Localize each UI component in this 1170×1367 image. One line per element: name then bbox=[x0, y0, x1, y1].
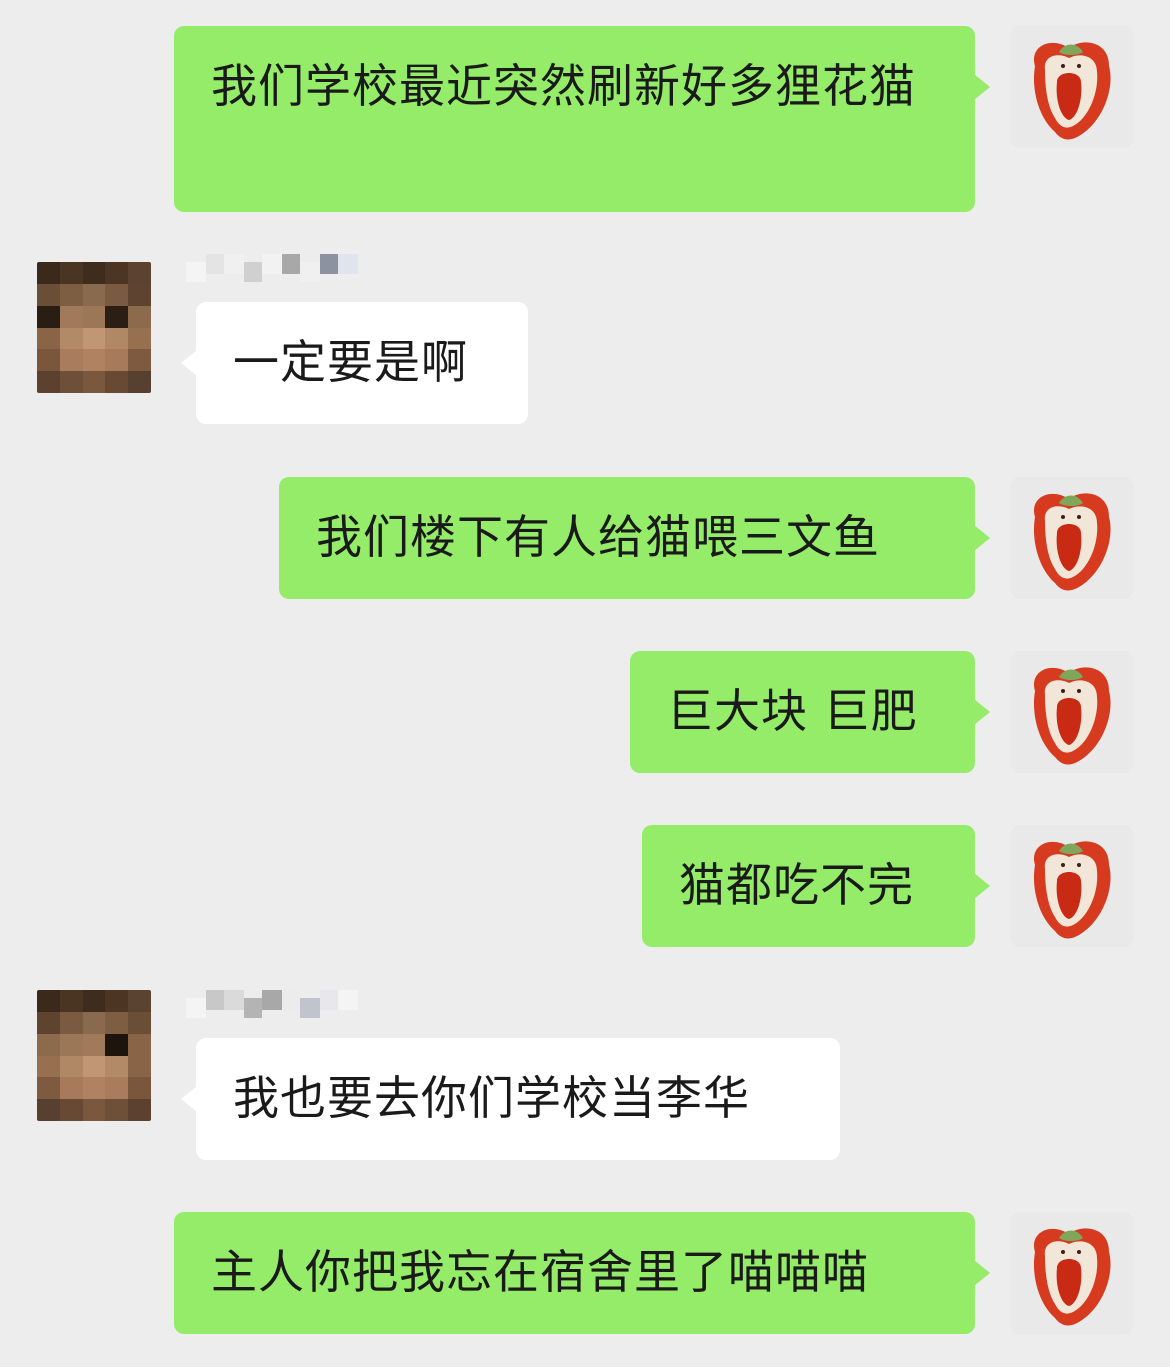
message-text: 我也要去你们学校当李华 bbox=[233, 1071, 750, 1125]
message-text: 我们学校最近突然刷新好多狸花猫 bbox=[211, 59, 916, 113]
red-bell-pepper-face-icon bbox=[1011, 651, 1133, 773]
message-text: 主人你把我忘在宿舍里了喵喵喵 bbox=[211, 1245, 869, 1299]
message-text: 猫都吃不完 bbox=[679, 858, 914, 912]
message-bubble-outgoing[interactable]: 我们楼下有人给猫喂三文鱼 bbox=[279, 477, 990, 599]
message-bubble-outgoing[interactable]: 主人你把我忘在宿舍里了喵喵喵 bbox=[174, 1212, 990, 1334]
contact-nickname-blurred bbox=[186, 248, 358, 292]
contact-avatar[interactable] bbox=[37, 990, 151, 1121]
self-avatar[interactable] bbox=[1011, 825, 1133, 947]
red-bell-pepper-face-icon bbox=[1011, 825, 1133, 947]
message-text: 一定要是啊 bbox=[233, 335, 468, 389]
red-bell-pepper-face-icon bbox=[1011, 1212, 1133, 1334]
message-text: 我们楼下有人给猫喂三文鱼 bbox=[316, 510, 880, 564]
message-bubble-incoming[interactable]: 一定要是啊 bbox=[181, 302, 528, 424]
contact-avatar[interactable] bbox=[37, 262, 151, 393]
self-avatar[interactable] bbox=[1011, 651, 1133, 773]
message-bubble-outgoing[interactable]: 巨大块 巨肥 bbox=[630, 651, 990, 773]
contact-nickname-blurred bbox=[186, 984, 358, 1028]
red-bell-pepper-face-icon bbox=[1011, 477, 1133, 599]
message-text: 巨大块 巨肥 bbox=[667, 684, 918, 738]
self-avatar[interactable] bbox=[1011, 26, 1133, 148]
message-bubble-outgoing[interactable]: 我们学校最近突然刷新好多狸花猫 bbox=[174, 26, 990, 212]
self-avatar[interactable] bbox=[1011, 1212, 1133, 1334]
self-avatar[interactable] bbox=[1011, 477, 1133, 599]
red-bell-pepper-face-icon bbox=[1011, 26, 1133, 148]
message-bubble-incoming[interactable]: 我也要去你们学校当李华 bbox=[181, 1038, 840, 1160]
message-bubble-outgoing[interactable]: 猫都吃不完 bbox=[642, 825, 990, 947]
